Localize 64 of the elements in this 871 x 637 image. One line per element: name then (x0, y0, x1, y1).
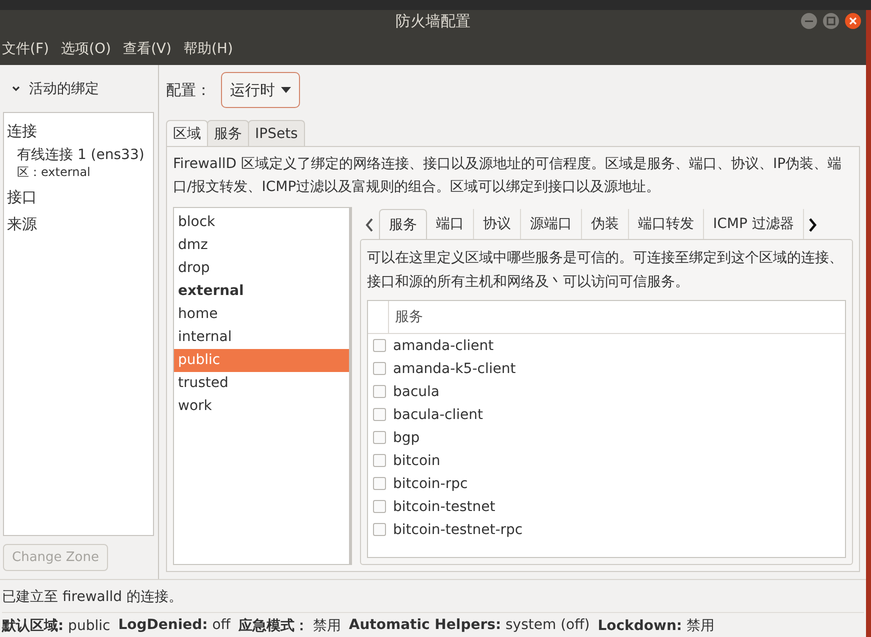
tab[interactable]: 源端口 (521, 209, 582, 239)
chevron-icon[interactable] (11, 84, 21, 94)
zone-item[interactable]: external (174, 280, 349, 303)
zone-item[interactable]: trusted (174, 372, 349, 395)
zone-item[interactable]: work (174, 395, 349, 418)
scroll-left-icon[interactable] (364, 217, 374, 233)
checkbox[interactable] (373, 362, 386, 375)
checkbox[interactable] (373, 339, 386, 352)
service-name: bitcoin (393, 452, 440, 468)
service-name: bgp (393, 430, 420, 446)
checkbox[interactable] (373, 454, 386, 467)
status-item: 应急模式： 禁用 (238, 617, 341, 635)
service-name: amanda-k5-client (393, 360, 516, 376)
service-name: amanda-client (393, 338, 494, 354)
config-label: 配置： (166, 80, 211, 100)
tab[interactable]: 服务 (379, 209, 427, 239)
menu-item[interactable]: 帮助(H) (183, 40, 233, 58)
status-item: Lockdown: 禁用 (598, 617, 714, 635)
binding-category[interactable]: 连接 (7, 119, 150, 144)
checkbox[interactable] (373, 431, 386, 444)
service-name: bitcoin-rpc (393, 476, 468, 492)
service-name: bacula (393, 384, 440, 400)
service-name: bitcoin-testnet-rpc (393, 522, 523, 538)
scroll-right-icon[interactable] (808, 217, 818, 233)
status-message: 已建立至 firewalld 的连接。 (2, 588, 864, 613)
checkbox[interactable] (373, 385, 386, 398)
sidebar-header: 活动的绑定 (29, 80, 99, 98)
status-item: LogDenied: off (118, 617, 230, 635)
status-item: 默认区域: public (2, 617, 110, 635)
checkbox[interactable] (373, 477, 386, 490)
column-header[interactable]: 服务 (389, 301, 845, 333)
tab[interactable]: IPSets (248, 120, 305, 146)
menu-item[interactable]: 文件(F) (2, 40, 49, 58)
minimize-icon[interactable] (800, 12, 818, 30)
tab[interactable]: 协议 (474, 209, 521, 239)
service-name: bitcoin-testnet (393, 498, 496, 514)
connection-zone: 区：external (17, 164, 92, 181)
window-title: 防火墙配置 (396, 12, 470, 31)
tab[interactable]: 伪装 (582, 209, 629, 239)
tab[interactable]: 端口转发 (629, 209, 704, 239)
zone-item[interactable]: dmz (174, 234, 349, 257)
tab[interactable]: 区域 (166, 120, 208, 146)
service-name: bacula-client (393, 406, 484, 422)
services-description: 可以在这里定义区域中哪些服务是可信的。可连接至绑定到这个区域的连接、接口和源的所有主机和网络及丶可以访问可信服务。 (367, 249, 844, 292)
zone-item[interactable]: home (174, 303, 349, 326)
tab[interactable]: 端口 (427, 209, 474, 239)
binding-category[interactable]: 接口 (7, 185, 150, 210)
menu-item[interactable]: 选项(O) (60, 40, 111, 58)
connection-name[interactable]: 有线连接 1 (ens33) (17, 146, 150, 164)
zone-item[interactable]: internal (174, 326, 349, 349)
tab[interactable]: 服务 (207, 120, 249, 146)
status-item: Automatic Helpers: system (off) (348, 617, 590, 635)
tab[interactable]: ICMP 过滤器 (704, 209, 804, 239)
caret-icon (281, 87, 291, 93)
close-icon[interactable] (844, 12, 862, 30)
menu-item[interactable]: 查看(V) (122, 40, 172, 58)
config-dropdown[interactable]: 运行时 (221, 72, 300, 108)
checkbox[interactable] (373, 408, 386, 421)
zones-description: FirewallD 区域定义了绑定的网络连接、接口以及源地址的可信程度。区域是服务、端口、协议、IP伪装、端口/报文转发、ICMP过滤以及富规则的组合。区域可以绑定到接口以及源地址。 (173, 155, 843, 197)
zone-item[interactable]: block (174, 211, 349, 234)
checkbox[interactable] (373, 523, 386, 536)
zone-item[interactable]: drop (174, 257, 349, 280)
checkbox[interactable] (373, 500, 386, 513)
binding-category[interactable]: 来源 (7, 212, 150, 237)
